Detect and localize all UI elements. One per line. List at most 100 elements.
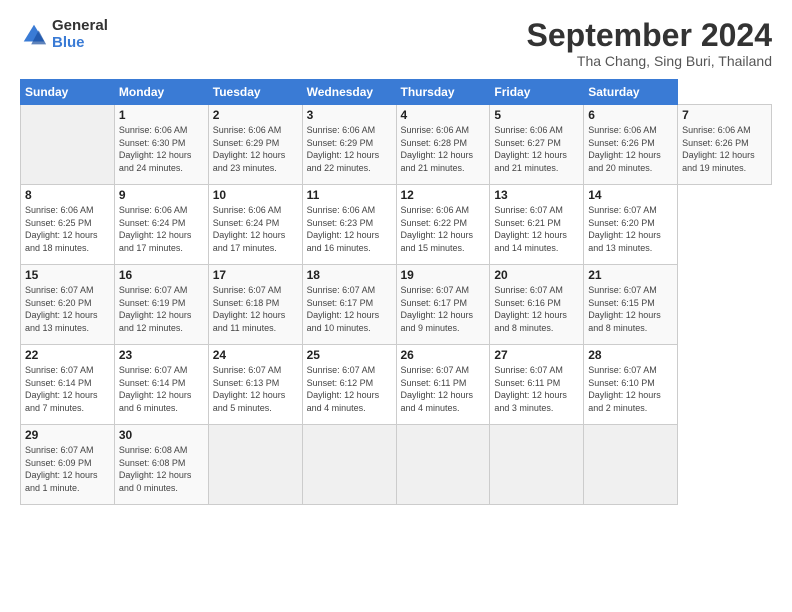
day-number: 5 xyxy=(494,108,579,122)
day-number: 29 xyxy=(25,428,110,442)
day-number: 8 xyxy=(25,188,110,202)
col-header-sunday: Sunday xyxy=(21,80,115,105)
day-cell: 25 Sunrise: 6:07 AMSunset: 6:12 PMDaylig… xyxy=(302,345,396,425)
day-info: Sunrise: 6:07 AMSunset: 6:17 PMDaylight:… xyxy=(401,285,474,333)
day-info: Sunrise: 6:07 AMSunset: 6:14 PMDaylight:… xyxy=(119,365,192,413)
day-number: 21 xyxy=(588,268,673,282)
col-header-tuesday: Tuesday xyxy=(208,80,302,105)
page: General Blue September 2024 Tha Chang, S… xyxy=(0,0,792,612)
day-cell: 8 Sunrise: 6:06 AMSunset: 6:25 PMDayligh… xyxy=(21,185,115,265)
day-info: Sunrise: 6:07 AMSunset: 6:13 PMDaylight:… xyxy=(213,365,286,413)
day-info: Sunrise: 6:06 AMSunset: 6:24 PMDaylight:… xyxy=(213,205,286,253)
day-info: Sunrise: 6:07 AMSunset: 6:18 PMDaylight:… xyxy=(213,285,286,333)
header: General Blue September 2024 Tha Chang, S… xyxy=(20,18,772,69)
day-info: Sunrise: 6:06 AMSunset: 6:25 PMDaylight:… xyxy=(25,205,98,253)
day-info: Sunrise: 6:06 AMSunset: 6:30 PMDaylight:… xyxy=(119,125,192,173)
logo-blue-text: Blue xyxy=(52,35,108,52)
day-number: 27 xyxy=(494,348,579,362)
day-number: 20 xyxy=(494,268,579,282)
day-cell: 11 Sunrise: 6:06 AMSunset: 6:23 PMDaylig… xyxy=(302,185,396,265)
day-cell xyxy=(584,425,678,505)
day-info: Sunrise: 6:06 AMSunset: 6:29 PMDaylight:… xyxy=(307,125,380,173)
day-cell: 9 Sunrise: 6:06 AMSunset: 6:24 PMDayligh… xyxy=(114,185,208,265)
day-cell: 27 Sunrise: 6:07 AMSunset: 6:11 PMDaylig… xyxy=(490,345,584,425)
day-info: Sunrise: 6:06 AMSunset: 6:22 PMDaylight:… xyxy=(401,205,474,253)
day-info: Sunrise: 6:08 AMSunset: 6:08 PMDaylight:… xyxy=(119,445,192,493)
day-cell xyxy=(396,425,490,505)
day-number: 26 xyxy=(401,348,486,362)
day-number: 19 xyxy=(401,268,486,282)
day-info: Sunrise: 6:07 AMSunset: 6:21 PMDaylight:… xyxy=(494,205,567,253)
day-number: 7 xyxy=(682,108,767,122)
day-cell: 14 Sunrise: 6:07 AMSunset: 6:20 PMDaylig… xyxy=(584,185,678,265)
location: Tha Chang, Sing Buri, Thailand xyxy=(527,53,772,69)
day-number: 11 xyxy=(307,188,392,202)
day-cell xyxy=(208,425,302,505)
day-cell: 2 Sunrise: 6:06 AMSunset: 6:29 PMDayligh… xyxy=(208,105,302,185)
day-info: Sunrise: 6:06 AMSunset: 6:26 PMDaylight:… xyxy=(588,125,661,173)
day-cell: 18 Sunrise: 6:07 AMSunset: 6:17 PMDaylig… xyxy=(302,265,396,345)
calendar-table: SundayMondayTuesdayWednesdayThursdayFrid… xyxy=(20,79,772,505)
col-header-saturday: Saturday xyxy=(584,80,678,105)
day-number: 10 xyxy=(213,188,298,202)
day-number: 4 xyxy=(401,108,486,122)
day-info: Sunrise: 6:07 AMSunset: 6:16 PMDaylight:… xyxy=(494,285,567,333)
col-header-wednesday: Wednesday xyxy=(302,80,396,105)
day-cell: 7 Sunrise: 6:06 AMSunset: 6:26 PMDayligh… xyxy=(678,105,772,185)
day-number: 2 xyxy=(213,108,298,122)
day-cell: 17 Sunrise: 6:07 AMSunset: 6:18 PMDaylig… xyxy=(208,265,302,345)
day-cell: 15 Sunrise: 6:07 AMSunset: 6:20 PMDaylig… xyxy=(21,265,115,345)
day-cell: 19 Sunrise: 6:07 AMSunset: 6:17 PMDaylig… xyxy=(396,265,490,345)
week-row-2: 8 Sunrise: 6:06 AMSunset: 6:25 PMDayligh… xyxy=(21,185,772,265)
day-number: 16 xyxy=(119,268,204,282)
day-cell: 4 Sunrise: 6:06 AMSunset: 6:28 PMDayligh… xyxy=(396,105,490,185)
logo-text: General Blue xyxy=(52,18,108,51)
day-cell: 22 Sunrise: 6:07 AMSunset: 6:14 PMDaylig… xyxy=(21,345,115,425)
day-number: 18 xyxy=(307,268,392,282)
day-cell: 29 Sunrise: 6:07 AMSunset: 6:09 PMDaylig… xyxy=(21,425,115,505)
day-cell: 20 Sunrise: 6:07 AMSunset: 6:16 PMDaylig… xyxy=(490,265,584,345)
day-number: 22 xyxy=(25,348,110,362)
day-number: 30 xyxy=(119,428,204,442)
day-number: 15 xyxy=(25,268,110,282)
day-cell: 5 Sunrise: 6:06 AMSunset: 6:27 PMDayligh… xyxy=(490,105,584,185)
col-header-monday: Monday xyxy=(114,80,208,105)
day-number: 1 xyxy=(119,108,204,122)
day-info: Sunrise: 6:07 AMSunset: 6:20 PMDaylight:… xyxy=(588,205,661,253)
day-cell: 3 Sunrise: 6:06 AMSunset: 6:29 PMDayligh… xyxy=(302,105,396,185)
day-info: Sunrise: 6:07 AMSunset: 6:11 PMDaylight:… xyxy=(494,365,567,413)
day-cell: 6 Sunrise: 6:06 AMSunset: 6:26 PMDayligh… xyxy=(584,105,678,185)
day-cell: 16 Sunrise: 6:07 AMSunset: 6:19 PMDaylig… xyxy=(114,265,208,345)
day-cell: 23 Sunrise: 6:07 AMSunset: 6:14 PMDaylig… xyxy=(114,345,208,425)
day-info: Sunrise: 6:07 AMSunset: 6:20 PMDaylight:… xyxy=(25,285,98,333)
day-info: Sunrise: 6:07 AMSunset: 6:19 PMDaylight:… xyxy=(119,285,192,333)
day-info: Sunrise: 6:06 AMSunset: 6:26 PMDaylight:… xyxy=(682,125,755,173)
day-cell: 28 Sunrise: 6:07 AMSunset: 6:10 PMDaylig… xyxy=(584,345,678,425)
day-info: Sunrise: 6:07 AMSunset: 6:15 PMDaylight:… xyxy=(588,285,661,333)
day-info: Sunrise: 6:07 AMSunset: 6:12 PMDaylight:… xyxy=(307,365,380,413)
day-cell: 30 Sunrise: 6:08 AMSunset: 6:08 PMDaylig… xyxy=(114,425,208,505)
day-cell: 13 Sunrise: 6:07 AMSunset: 6:21 PMDaylig… xyxy=(490,185,584,265)
day-cell xyxy=(21,105,115,185)
logo-general: General xyxy=(52,18,108,35)
header-row: SundayMondayTuesdayWednesdayThursdayFrid… xyxy=(21,80,772,105)
day-number: 9 xyxy=(119,188,204,202)
day-number: 24 xyxy=(213,348,298,362)
day-info: Sunrise: 6:07 AMSunset: 6:09 PMDaylight:… xyxy=(25,445,98,493)
logo: General Blue xyxy=(20,18,108,51)
day-info: Sunrise: 6:06 AMSunset: 6:24 PMDaylight:… xyxy=(119,205,192,253)
day-info: Sunrise: 6:06 AMSunset: 6:27 PMDaylight:… xyxy=(494,125,567,173)
month-title: September 2024 xyxy=(527,18,772,53)
day-cell xyxy=(302,425,396,505)
day-cell xyxy=(490,425,584,505)
day-number: 14 xyxy=(588,188,673,202)
day-cell: 12 Sunrise: 6:06 AMSunset: 6:22 PMDaylig… xyxy=(396,185,490,265)
day-number: 3 xyxy=(307,108,392,122)
day-number: 6 xyxy=(588,108,673,122)
day-cell: 1 Sunrise: 6:06 AMSunset: 6:30 PMDayligh… xyxy=(114,105,208,185)
day-number: 13 xyxy=(494,188,579,202)
day-cell: 26 Sunrise: 6:07 AMSunset: 6:11 PMDaylig… xyxy=(396,345,490,425)
week-row-5: 29 Sunrise: 6:07 AMSunset: 6:09 PMDaylig… xyxy=(21,425,772,505)
day-info: Sunrise: 6:07 AMSunset: 6:17 PMDaylight:… xyxy=(307,285,380,333)
day-info: Sunrise: 6:07 AMSunset: 6:11 PMDaylight:… xyxy=(401,365,474,413)
